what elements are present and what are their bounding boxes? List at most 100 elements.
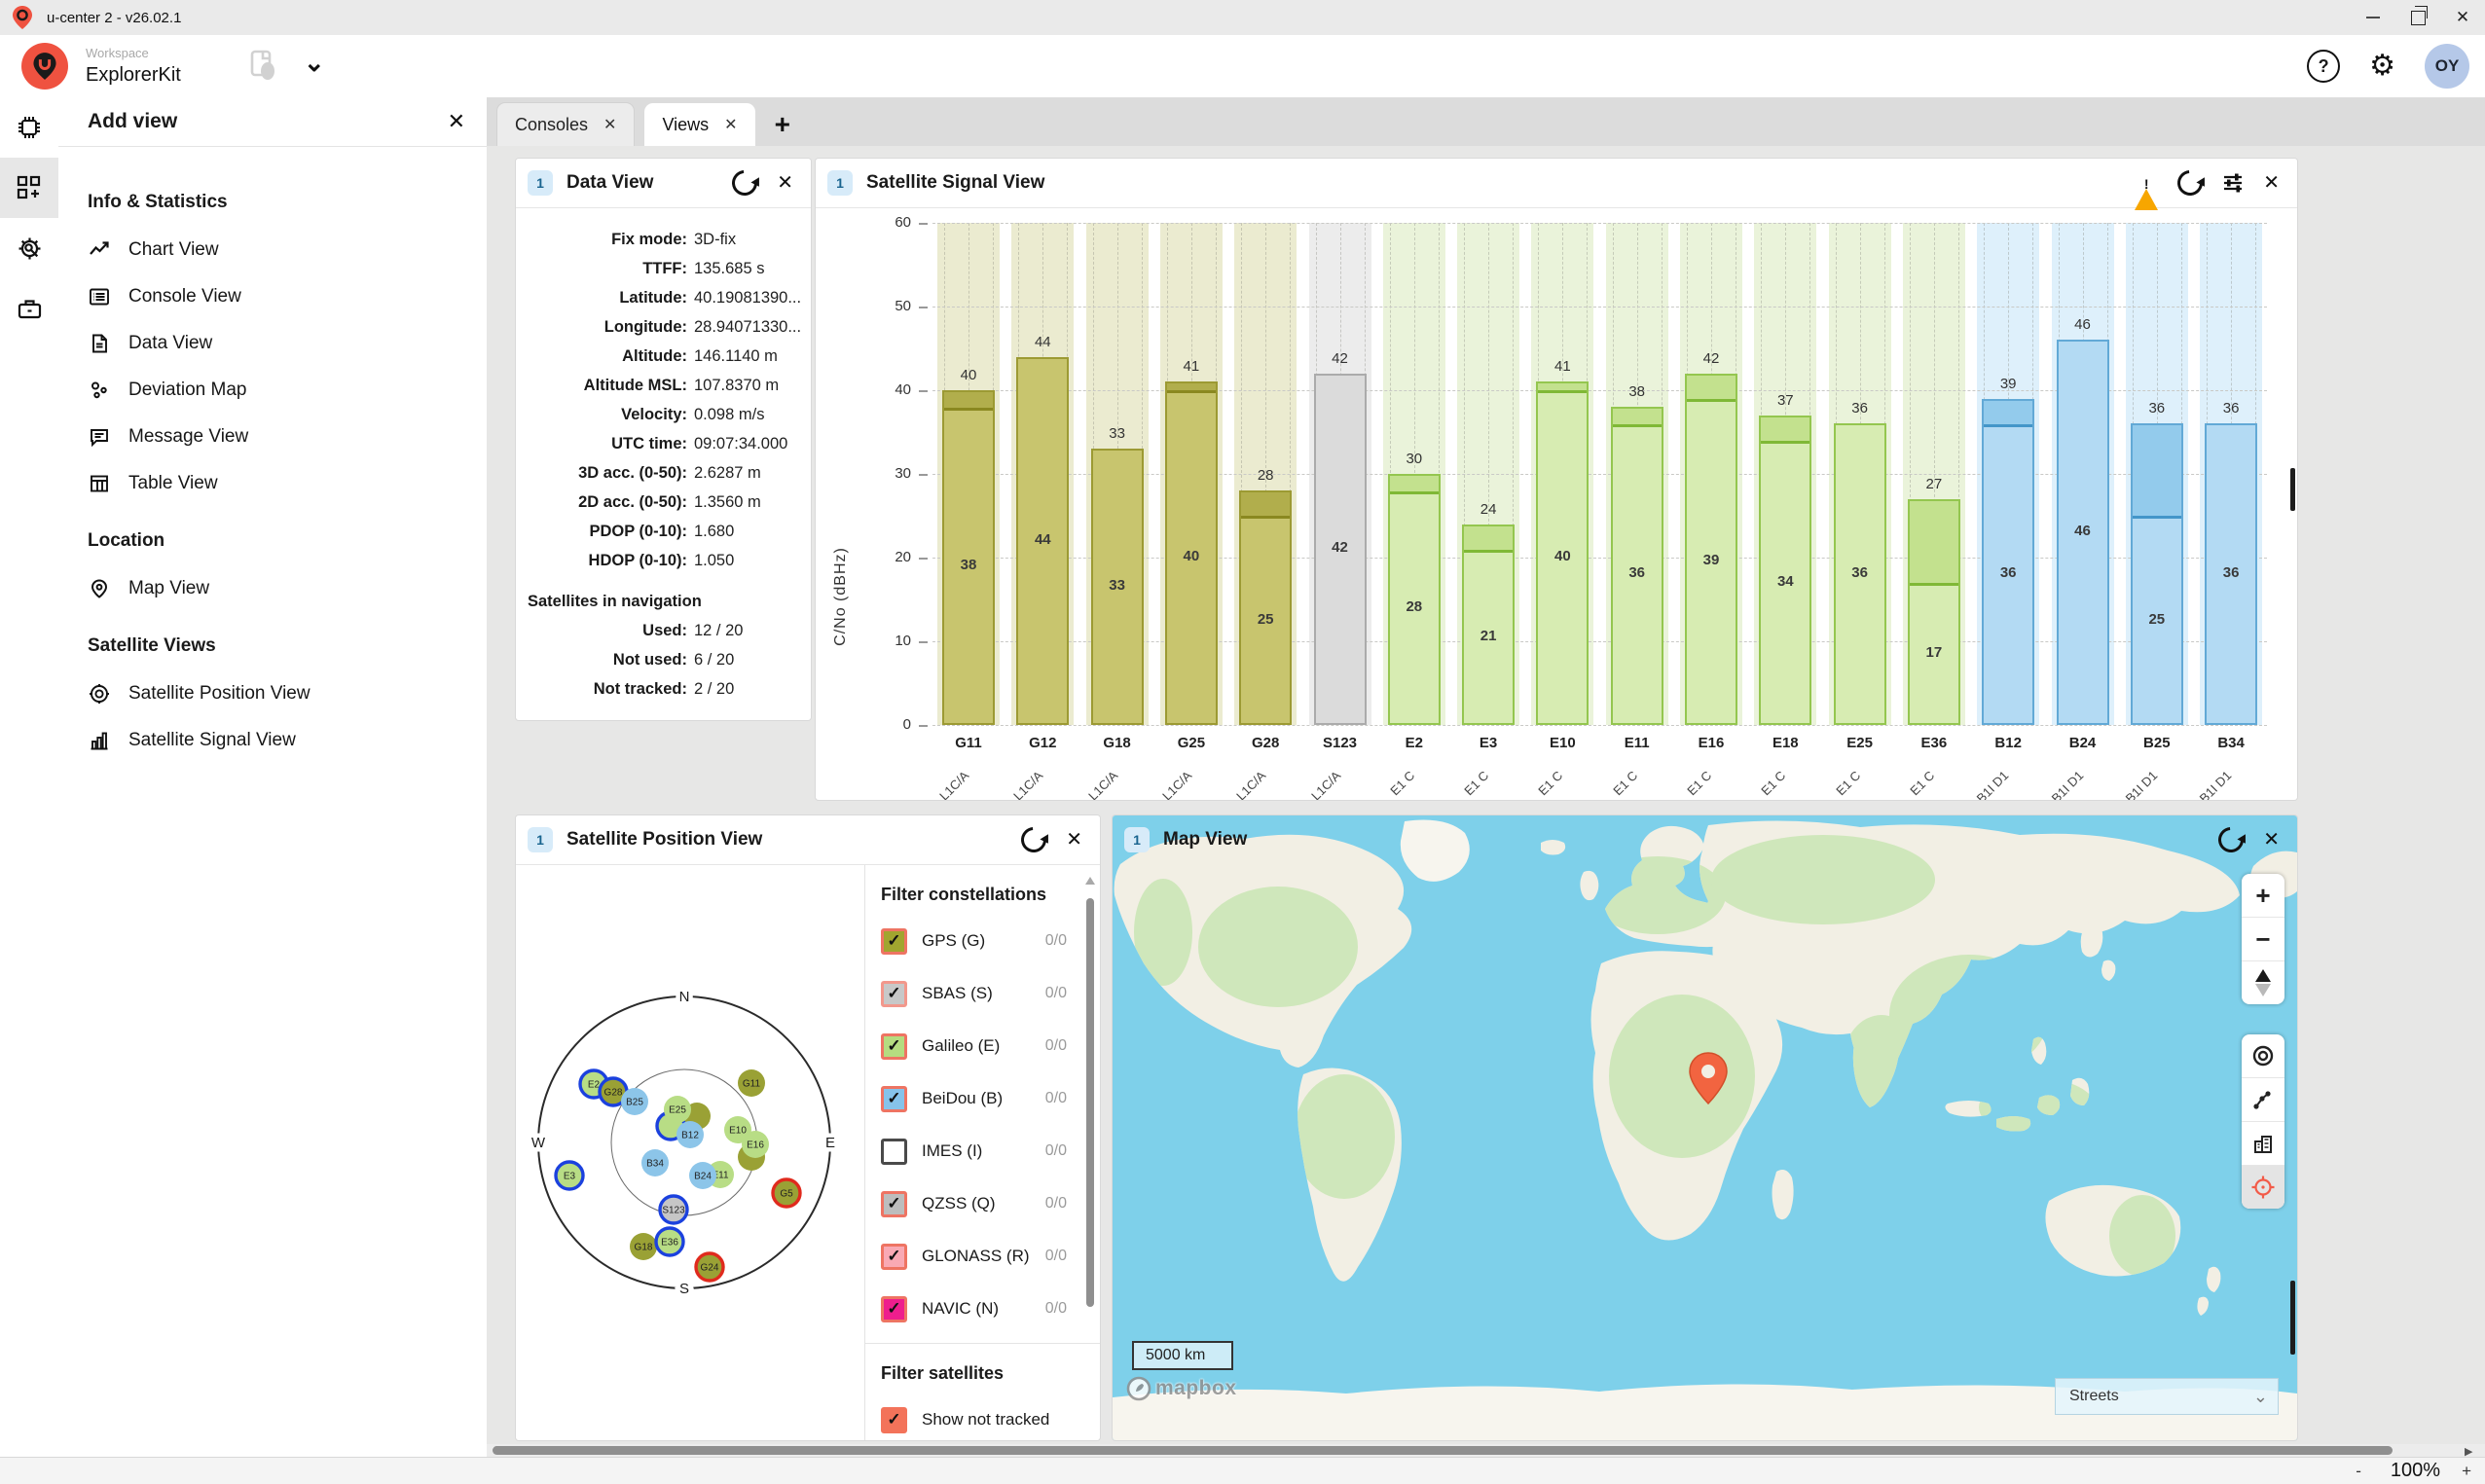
x-tick-satellite: G28 <box>1234 735 1297 751</box>
zoom-out-button[interactable]: - <box>2356 1462 2361 1481</box>
world-map[interactable] <box>1113 815 2297 1440</box>
tab-close-icon[interactable]: ✕ <box>724 115 737 134</box>
checkbox-checked[interactable]: ✓ <box>881 981 907 1007</box>
signal-bar-E3 <box>1462 525 1515 725</box>
checkbox-checked[interactable]: ✓ <box>881 928 907 955</box>
map-route-button[interactable] <box>2242 1078 2284 1122</box>
checkbox-checked[interactable]: ✓ <box>881 1086 907 1112</box>
sidebar-item-table-view[interactable]: Table View <box>58 460 487 507</box>
tab-consoles[interactable]: Consoles ✕ <box>496 102 635 146</box>
sidebar-item-deviation-map[interactable]: Deviation Map <box>58 367 487 414</box>
satellite-marker-E3: E3 <box>556 1162 583 1189</box>
mapbox-logo[interactable]: mapbox <box>1126 1376 1237 1401</box>
checkbox-checked[interactable]: ✓ <box>881 1033 907 1060</box>
svg-text:B34: B34 <box>646 1159 664 1170</box>
scrollbar-thumb[interactable] <box>493 1446 2393 1455</box>
help-button[interactable]: ? <box>2307 50 2340 83</box>
panel-vertical-scrollbar[interactable] <box>2290 1281 2295 1355</box>
warning-icon[interactable]: ! <box>2135 172 2158 194</box>
add-tab-button[interactable]: + <box>775 109 790 140</box>
satellite-marker-B12: B12 <box>676 1121 704 1148</box>
map-zoom-controls: + − <box>2242 874 2284 1004</box>
settings-gear-icon[interactable]: ⚙ <box>2369 52 2395 81</box>
sidebar-item-console-view[interactable]: Console View <box>58 273 487 320</box>
panel-vertical-scrollbar[interactable] <box>2290 468 2295 511</box>
bar-top-value: 28 <box>1234 467 1297 484</box>
close-panel-icon[interactable]: ✕ <box>2263 830 2280 850</box>
restore-icon <box>2411 11 2426 25</box>
filter-row-navic: ✓NAVIC (N)0/0 <box>865 1283 1100 1335</box>
sidebar-item-chart-view[interactable]: Chart View <box>58 227 487 273</box>
close-panel-icon[interactable]: ✕ <box>777 173 793 193</box>
refresh-icon[interactable] <box>2173 165 2209 201</box>
map-crosshair-button[interactable] <box>2242 1166 2284 1209</box>
close-panel-icon[interactable]: ✕ <box>1066 830 1082 850</box>
close-window-button[interactable]: ✕ <box>2440 0 2485 35</box>
data-row-label: Altitude: <box>516 347 687 366</box>
horizontal-scrollbar[interactable]: ▶ <box>487 1444 2485 1457</box>
sidebar-item-message-view[interactable]: Message View <box>58 414 487 460</box>
refresh-icon[interactable] <box>727 165 763 201</box>
refresh-icon[interactable] <box>1016 822 1052 858</box>
panel-badge: 1 <box>827 170 853 196</box>
workspace-chevron-down-icon[interactable]: ⌄ <box>304 48 325 78</box>
x-tick-signal: L1C/A <box>993 768 1045 800</box>
checkbox-checked[interactable]: ✓ <box>881 1296 907 1322</box>
close-panel-icon[interactable]: ✕ <box>2263 173 2280 193</box>
minimize-button[interactable] <box>2351 0 2395 35</box>
satellites-in-navigation-header: Satellites in navigation <box>528 588 811 616</box>
x-tick-satellite: G12 <box>1011 735 1074 751</box>
signal-bar-cap <box>1464 526 1513 552</box>
workspace-block[interactable]: Workspace ExplorerKit <box>86 47 181 85</box>
data-row: UTC time:09:07:34.000 <box>516 429 811 458</box>
tab-views[interactable]: Views ✕ <box>644 103 754 146</box>
checkbox-checked[interactable]: ✓ <box>881 1244 907 1270</box>
user-avatar[interactable]: OY <box>2425 44 2469 89</box>
data-row-label: Latitude: <box>516 289 687 308</box>
chart-settings-sliders-icon[interactable] <box>2222 172 2244 194</box>
filters-scrollbar[interactable] <box>1084 873 1096 1435</box>
signal-bar-cap <box>1687 376 1736 401</box>
data-row: Used:12 / 20 <box>516 616 811 645</box>
bar-top-value: 41 <box>1160 358 1223 375</box>
bar-top-value: 39 <box>1977 376 2039 392</box>
bar-second-value: 39 <box>1680 552 1742 568</box>
signal-bar-marker-line <box>1390 491 1439 494</box>
restore-button[interactable] <box>2395 0 2440 35</box>
map-zoom-out-button[interactable]: − <box>2242 918 2284 961</box>
refresh-icon[interactable] <box>2213 822 2249 858</box>
device-configuration-icon[interactable] <box>0 218 58 278</box>
sidebar-item-data-view[interactable]: Data View <box>58 320 487 367</box>
map-zoom-in-button[interactable]: + <box>2242 874 2284 918</box>
add-view-section-title: Location <box>88 530 487 552</box>
data-row-value: 1.3560 m <box>687 493 811 512</box>
y-tick-label: 50 <box>872 298 911 314</box>
data-row-label: TTFF: <box>516 260 687 278</box>
scroll-up-arrow-icon[interactable] <box>1085 877 1095 885</box>
svg-text:E25: E25 <box>669 1105 686 1116</box>
sidebar-item-map-view[interactable]: Map View <box>58 565 487 612</box>
sidebar-item-satellite-position-view[interactable]: Satellite Position View <box>58 670 487 717</box>
left-icon-rail <box>0 97 59 1457</box>
zoom-in-button[interactable]: + <box>2462 1462 2471 1481</box>
sidebar-item-label: Message View <box>128 426 248 448</box>
checkbox-checked[interactable]: ✓ <box>881 1407 907 1433</box>
add-view-close-icon[interactable]: ✕ <box>448 109 465 134</box>
device-chip-icon[interactable] <box>0 97 58 158</box>
tab-close-icon[interactable]: ✕ <box>603 115 616 134</box>
add-view-rail-button[interactable] <box>0 158 58 218</box>
panel-badge: 1 <box>1124 827 1150 852</box>
data-row-label: HDOP (0-10): <box>516 552 687 570</box>
bar-second-value: 25 <box>1234 611 1297 628</box>
checkbox-checked[interactable]: ✓ <box>881 1191 907 1217</box>
checkbox-unchecked[interactable] <box>881 1139 907 1165</box>
map-compass-button[interactable] <box>2242 961 2284 1004</box>
toolbox-icon[interactable] <box>0 278 58 339</box>
sidebar-item-satellite-signal-view[interactable]: Satellite Signal View <box>58 717 487 764</box>
map-locate-button[interactable] <box>2242 1034 2284 1078</box>
save-workspace-icon[interactable] <box>249 50 278 83</box>
map-style-select[interactable]: Streets ⌄ <box>2055 1378 2279 1415</box>
filter-label: NAVIC (N) <box>922 1299 1045 1319</box>
scrollbar-thumb[interactable] <box>1086 898 1094 1307</box>
map-buildings-button[interactable] <box>2242 1122 2284 1166</box>
